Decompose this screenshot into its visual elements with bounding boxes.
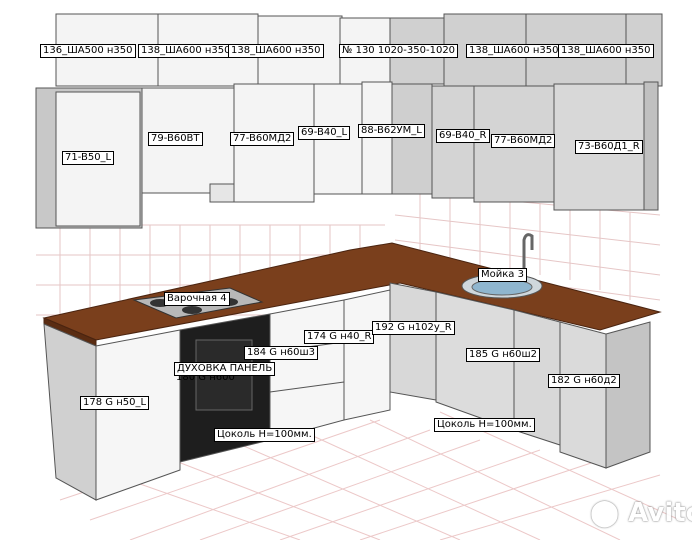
label-sink: Мойка 3 — [478, 268, 527, 282]
label-base-4: 184 G н60ш3 — [244, 346, 318, 360]
label-plinth-2: Цоколь H=100мм. — [434, 418, 535, 432]
label-wall-2: 79-B60BT — [148, 132, 203, 146]
label-wall-7: 77-B60MД2 — [491, 134, 556, 148]
label-wall-6: 69-B40_R — [436, 129, 490, 143]
label-wall-4: 69-B40_L — [298, 126, 351, 140]
label-wall-1: 71-B50_L — [62, 151, 115, 165]
avito-logo-icon: ⬤ — [590, 498, 620, 528]
label-upper-4: № 130 1020-350-1020 — [339, 44, 459, 58]
label-upper-2: 138_ШA600 н350 — [138, 44, 234, 58]
label-upper-5: 138_ШA600 н350 — [466, 44, 562, 58]
label-oven: ДУХОВКА ПАНЕЛЬ — [174, 362, 276, 376]
kitchen-diagram: 136_ШA500 н350 138_ШA600 н350 138_ШA600 … — [0, 0, 692, 540]
label-base-1: 178 G н50_L — [80, 396, 150, 410]
label-base-5: 185 G н60ш2 — [466, 348, 540, 362]
label-base-6: 182 G н60д2 — [548, 374, 620, 388]
label-hob: Варочная 4 — [164, 292, 230, 306]
label-wall-8: 73-B60Д1_R — [575, 140, 643, 154]
label-wall-3: 77-B60MД2 — [230, 132, 295, 146]
wall-cabinets — [35, 81, 659, 229]
label-base-3: 192 G н102у_R — [372, 321, 455, 335]
label-wall-5: 88-B62УM_L — [358, 124, 425, 138]
watermark-text: Avito — [628, 498, 692, 528]
label-upper-6: 138_ШA600 н350 — [558, 44, 654, 58]
label-upper-3: 138_ШA600 н350 — [228, 44, 324, 58]
label-base-2: 174 G н40_R — [304, 330, 375, 344]
avito-watermark: ⬤ Avito — [590, 498, 692, 528]
label-upper-1: 136_ШA500 н350 — [40, 44, 136, 58]
label-plinth-1: Цоколь H=100мм. — [214, 428, 315, 442]
kitchen-drawing — [35, 13, 681, 540]
